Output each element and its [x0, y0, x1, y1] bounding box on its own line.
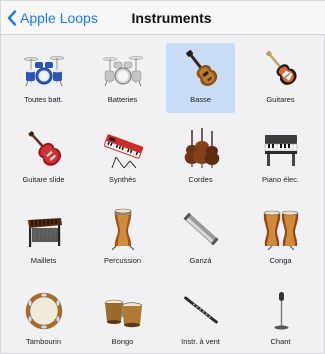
- instrument-label: Basse: [190, 95, 211, 104]
- electric-piano-icon: [260, 127, 302, 169]
- conga-pair-icon: [260, 208, 302, 251]
- instrument-label: Ganzá: [189, 256, 212, 265]
- instrument-label: Synthés: [108, 175, 137, 184]
- instrument-label: Bongo: [111, 337, 134, 346]
- back-button[interactable]: Apple Loops: [6, 7, 98, 29]
- instrument-tile-15[interactable]: Chant: [246, 285, 315, 354]
- instrument-label: Tambourin: [25, 337, 62, 346]
- instrument-tile-7[interactable]: Piano élec.: [246, 123, 315, 193]
- instrument-label: Cordes: [188, 175, 213, 184]
- drum-kit-silver-icon: [102, 47, 144, 89]
- instrument-tile-8[interactable]: Maillets: [9, 204, 78, 274]
- instrument-grid: Toutes batt. Batteries Basse Guitares Gu…: [9, 43, 315, 351]
- drum-kit-blue-icon: [23, 47, 65, 89]
- chevron-left-icon: [7, 10, 17, 26]
- instrument-label: Maillets: [30, 256, 57, 265]
- instrument-tile-11[interactable]: Conga: [246, 204, 315, 274]
- instrument-tile-4[interactable]: Guitare slide: [9, 123, 78, 193]
- instrument-tile-2[interactable]: Basse: [166, 43, 235, 113]
- instrument-label: Guitare slide: [22, 175, 65, 184]
- instrument-browser-panel: Apple Loops Instruments Toutes batt. Bat…: [0, 0, 325, 354]
- instrument-label: Guitares: [266, 95, 295, 104]
- instrument-tile-0[interactable]: Toutes batt.: [9, 43, 78, 113]
- instrument-label: Batteries: [107, 95, 138, 104]
- instrument-label: Piano élec.: [261, 175, 300, 184]
- instrument-tile-14[interactable]: Instr. à vent: [166, 285, 235, 354]
- microphone-icon: [260, 289, 302, 331]
- instrument-tile-12[interactable]: Tambourin: [9, 285, 78, 354]
- instrument-tile-13[interactable]: Bongo: [88, 285, 157, 354]
- instrument-label: Toutes batt.: [24, 95, 63, 104]
- instrument-label: Instr. à vent: [181, 337, 220, 346]
- instrument-tile-1[interactable]: Batteries: [88, 43, 157, 113]
- bass-guitar-icon: [180, 47, 222, 89]
- tambourine-icon: [23, 289, 65, 331]
- conga-icon: [102, 208, 144, 251]
- instrument-label: Conga: [269, 256, 292, 265]
- instrument-label: Percussion: [103, 256, 142, 265]
- instrument-tile-5[interactable]: Synthés: [88, 123, 157, 193]
- instrument-tile-6[interactable]: Cordes: [166, 123, 235, 193]
- marimba-icon: [23, 208, 65, 250]
- synth-keyboard-icon: [102, 127, 144, 169]
- flute-icon: [180, 289, 222, 331]
- back-button-label: Apple Loops: [20, 10, 98, 26]
- instrument-tile-9[interactable]: Percussion: [88, 204, 157, 274]
- shaker-icon: [180, 208, 222, 250]
- bongo-icon: [102, 289, 144, 331]
- electric-guitar-icon: [260, 47, 302, 89]
- navigation-bar: Apple Loops Instruments: [1, 1, 325, 35]
- instrument-label: Chant: [270, 337, 291, 346]
- page-title: Instruments: [131, 10, 212, 26]
- instrument-tile-3[interactable]: Guitares: [246, 43, 315, 113]
- cello-icon: [180, 127, 222, 169]
- red-guitar-icon: [23, 127, 65, 169]
- instrument-tile-10[interactable]: Ganzá: [166, 204, 235, 274]
